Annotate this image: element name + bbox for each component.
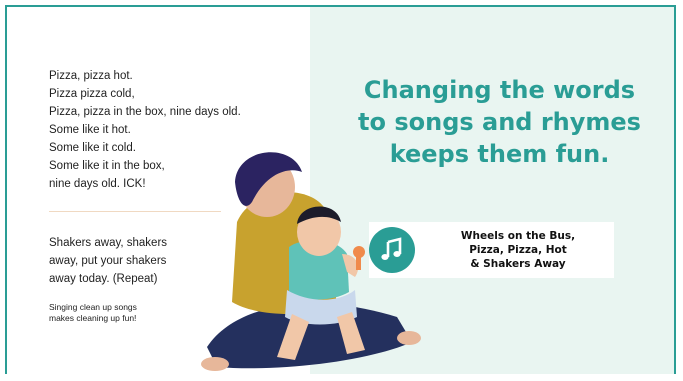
shakers-song: Shakers away, shakers away, put your sha… — [49, 234, 167, 288]
divider — [49, 211, 221, 212]
headline-line: to songs and rhymes — [358, 108, 641, 136]
song-line: away, put your shakers — [49, 255, 167, 267]
rhyme-line: Pizza, pizza hot. — [49, 70, 133, 82]
song-line: Shakers away, shakers — [49, 237, 168, 249]
rhyme-line: Pizza pizza cold, — [49, 88, 135, 100]
note-line: Singing clean up songs — [49, 302, 137, 312]
headline: Changing the words to songs and rhymes k… — [327, 74, 672, 170]
song-title: Pizza, Pizza, Hot — [469, 244, 567, 256]
song-list: Wheels on the Bus, Pizza, Pizza, Hot & S… — [427, 229, 609, 271]
song-line: away today. (Repeat) — [49, 273, 158, 285]
song-title: Wheels on the Bus, — [460, 230, 576, 242]
song-title: & Shakers Away — [470, 258, 566, 270]
note-line: makes cleaning up fun! — [49, 313, 137, 323]
slide-frame: Pizza, pizza hot. Pizza pizza cold, Pizz… — [5, 5, 676, 374]
rhyme-line: Some like it hot. — [49, 124, 131, 136]
headline-line: keeps them fun. — [389, 140, 610, 168]
cleanup-note: Singing clean up songs makes cleaning up… — [49, 302, 137, 324]
headline-line: Changing the words — [363, 76, 636, 104]
music-note-icon — [369, 227, 415, 273]
rhyme-line: Pizza, pizza in the box, nine days old. — [49, 106, 241, 118]
